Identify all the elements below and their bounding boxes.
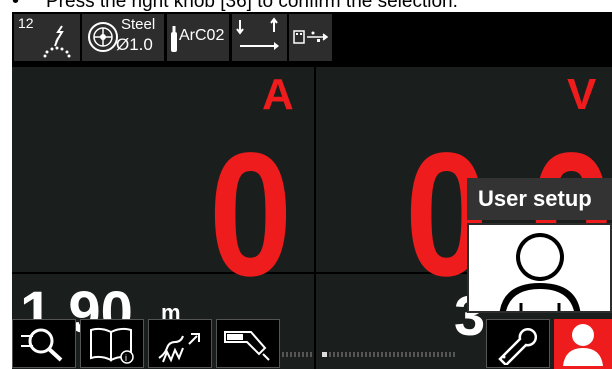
left-slider-track[interactable] (278, 352, 312, 357)
welding-process-button[interactable]: 12 (14, 14, 80, 61)
usb-button[interactable] (289, 14, 332, 61)
torch-icon (224, 331, 270, 361)
weld-parameters-button[interactable] (148, 319, 212, 368)
current-unit-label: A (262, 70, 294, 119)
gas-settings-button[interactable]: ArC02 (167, 14, 229, 61)
manual-info-icon: i (90, 327, 134, 364)
gas-cylinder-icon (171, 26, 177, 52)
weld-parameters-icon (158, 333, 200, 363)
search-button[interactable] (12, 319, 76, 368)
trigger-mode-icon (236, 17, 279, 50)
wire-settings-button[interactable]: Steel Ø1.0 (82, 14, 164, 61)
wire-diameter-label: Ø1.0 (116, 35, 153, 54)
user-setup-popup-title: User setup (467, 178, 612, 220)
setup-wrench-button[interactable] (486, 319, 550, 368)
instruction-caption: • Press the right knob [36] to confirm t… (0, 0, 612, 12)
user-avatar-icon (499, 233, 581, 311)
process-number: 12 (18, 15, 34, 31)
usb-icon (293, 30, 329, 44)
wire-spool-icon (88, 22, 118, 52)
caption-text: Press the right knob [36] to confirm the… (46, 0, 458, 12)
caption-bullet: • (12, 0, 20, 12)
torch-button[interactable] (216, 319, 280, 368)
wrench-icon (498, 327, 538, 365)
voltage-unit-label: V (567, 70, 597, 119)
gas-type-label: ArC02 (179, 27, 225, 44)
trigger-mode-button[interactable] (232, 14, 287, 61)
wire-material-label: Steel (121, 16, 156, 33)
right-slider-track[interactable] (322, 352, 455, 357)
search-icon (21, 328, 63, 362)
svg-text:i: i (125, 353, 127, 363)
user-icon (563, 324, 603, 366)
welding-process-icon (43, 25, 71, 58)
user-setup-button[interactable] (554, 319, 612, 369)
user-setup-popup[interactable] (467, 223, 612, 313)
welder-display-screen: 12 Steel Ø1.0 ArC02 A V 0 1.90 m 3 i Use… (12, 12, 612, 369)
manual-button[interactable]: i (80, 319, 144, 368)
current-value: 0 (209, 117, 293, 313)
